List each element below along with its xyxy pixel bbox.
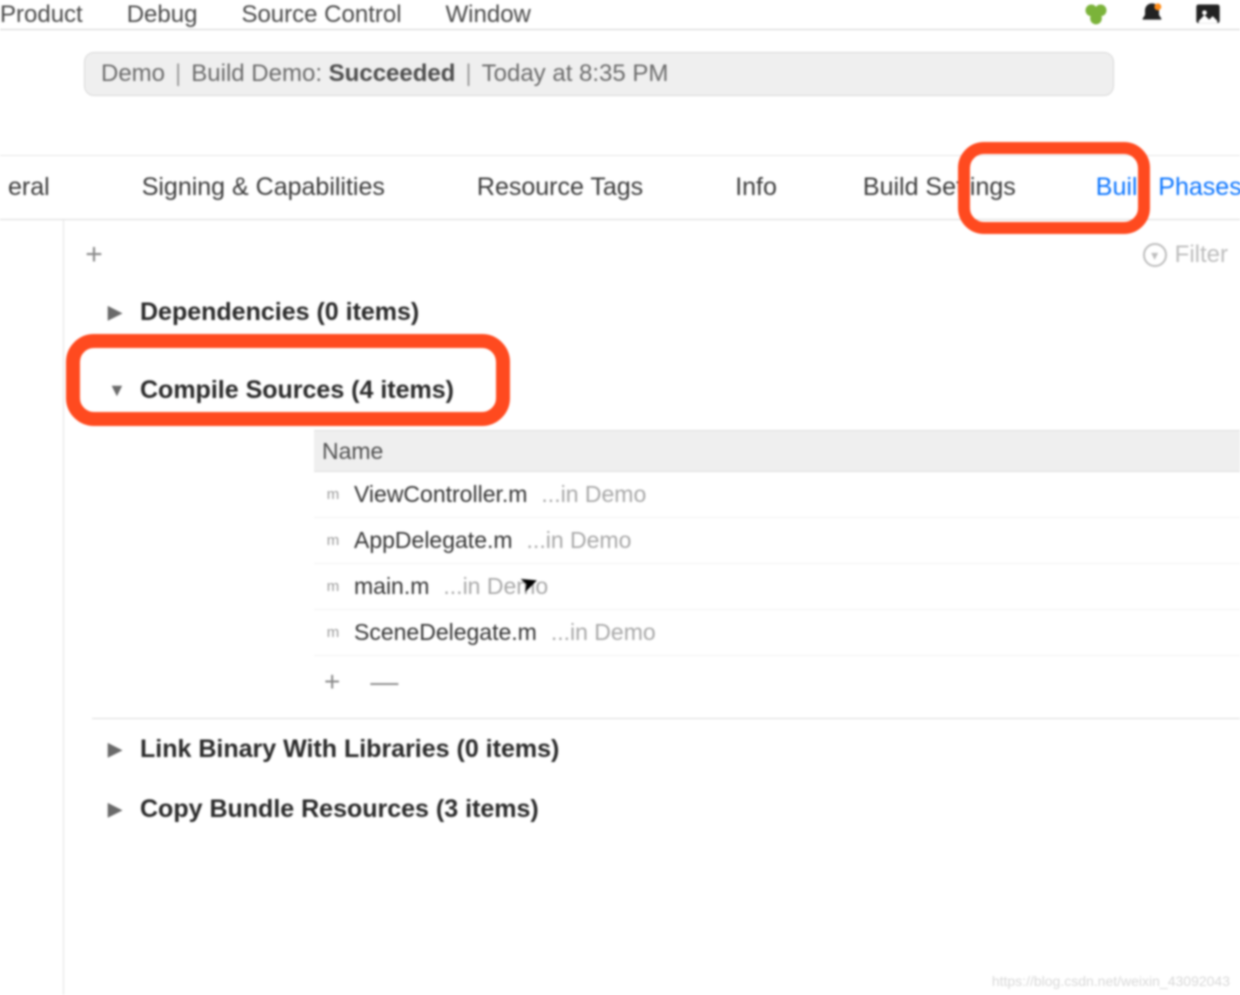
tab-resource-tags[interactable]: Resource Tags [463, 173, 657, 202]
m-file-icon: m [322, 530, 344, 552]
remove-file-button[interactable]: — [370, 666, 398, 698]
tab-build-settings[interactable]: Build Settings [849, 173, 1030, 202]
separator: | [465, 60, 471, 88]
bell-icon[interactable] [1138, 1, 1166, 29]
table-row[interactable]: m main.m ...in Demo [314, 564, 1240, 610]
m-file-icon: m [322, 576, 344, 598]
chevron-down-icon: ▼ [108, 380, 126, 401]
phase-link-binary-label: Link Binary With Libraries (0 items) [140, 735, 559, 764]
phase-dependencies[interactable]: ▶ Dependencies (0 items) [64, 282, 1240, 342]
file-name: SceneDelegate.m [354, 619, 537, 646]
chevron-right-icon: ▶ [108, 302, 126, 323]
filter-placeholder: Filter [1175, 241, 1228, 269]
picture-icon[interactable] [1194, 1, 1222, 29]
phase-dependencies-label: Dependencies (0 items) [140, 298, 419, 327]
status-row: Demo | Build Demo: Succeeded | Today at … [0, 30, 1240, 96]
phase-link-binary[interactable]: ▶ Link Binary With Libraries (0 items) [64, 719, 1240, 779]
phase-copy-bundle-label: Copy Bundle Resources (3 items) [140, 795, 539, 824]
menu-window[interactable]: Window [446, 1, 531, 29]
table-row[interactable]: m AppDelegate.m ...in Demo [314, 518, 1240, 564]
table-row[interactable]: m SceneDelegate.m ...in Demo [314, 610, 1240, 656]
tab-info[interactable]: Info [721, 173, 791, 202]
clover-icon[interactable] [1082, 1, 1110, 29]
column-name: Name [322, 438, 383, 465]
file-name: AppDelegate.m [354, 527, 513, 554]
phase-compile-sources-label: Compile Sources (4 items) [140, 376, 454, 405]
table-row[interactable]: m ViewController.m ...in Demo [314, 472, 1240, 518]
toolbar-spacer [0, 96, 1240, 156]
menu-source-control[interactable]: Source Control [241, 1, 401, 29]
status-result: Succeeded [329, 60, 456, 88]
editor-body: + ▾ Filter ▶ Dependencies (0 items) ▼ Co… [0, 220, 1240, 995]
phase-compile-sources[interactable]: ▼ Compile Sources (4 items) [64, 360, 1240, 420]
status-capsule[interactable]: Demo | Build Demo: Succeeded | Today at … [84, 52, 1114, 96]
file-name: ViewController.m [354, 481, 527, 508]
file-location: ...in Demo [527, 527, 632, 554]
tab-build-phases[interactable]: Build Phases [1082, 173, 1240, 202]
filter-box[interactable]: ▾ Filter [1143, 241, 1228, 269]
m-file-icon: m [322, 484, 344, 506]
chevron-right-icon: ▶ [108, 799, 126, 820]
menubar: Product Debug Source Control Window [0, 0, 1240, 30]
tab-signing-capabilities[interactable]: Signing & Capabilities [128, 173, 399, 202]
table-header: Name [314, 430, 1240, 472]
separator: | [175, 60, 181, 88]
table-row-actions: + — [314, 656, 1240, 718]
content-area: + ▾ Filter ▶ Dependencies (0 items) ▼ Co… [64, 220, 1240, 995]
add-phase-button[interactable]: + [76, 238, 112, 272]
status-when: Today at 8:35 PM [482, 60, 669, 88]
menu-product[interactable]: Product [0, 1, 83, 29]
menubar-right [1082, 1, 1240, 29]
menu-debug[interactable]: Debug [127, 1, 198, 29]
status-build-label: Build Demo: [191, 60, 322, 88]
chevron-right-icon: ▶ [108, 739, 126, 760]
file-location: ...in Demo [551, 619, 656, 646]
filter-icon: ▾ [1143, 243, 1167, 267]
status-project: Demo [101, 60, 165, 88]
tab-general[interactable]: eral [0, 173, 64, 202]
phase-copy-bundle[interactable]: ▶ Copy Bundle Resources (3 items) [64, 779, 1240, 839]
left-gutter [0, 220, 64, 995]
watermark: https://blog.csdn.net/weixin_43092043 [992, 973, 1230, 989]
file-location: ...in Demo [541, 481, 646, 508]
compile-sources-table: Name m ViewController.m ...in Demo m App… [314, 430, 1240, 718]
m-file-icon: m [322, 622, 344, 644]
add-file-button[interactable]: + [324, 666, 340, 698]
file-name: main.m [354, 573, 429, 600]
phase-toolbar: + ▾ Filter [64, 228, 1240, 282]
editor-tabs: eral Signing & Capabilities Resource Tag… [0, 156, 1240, 220]
